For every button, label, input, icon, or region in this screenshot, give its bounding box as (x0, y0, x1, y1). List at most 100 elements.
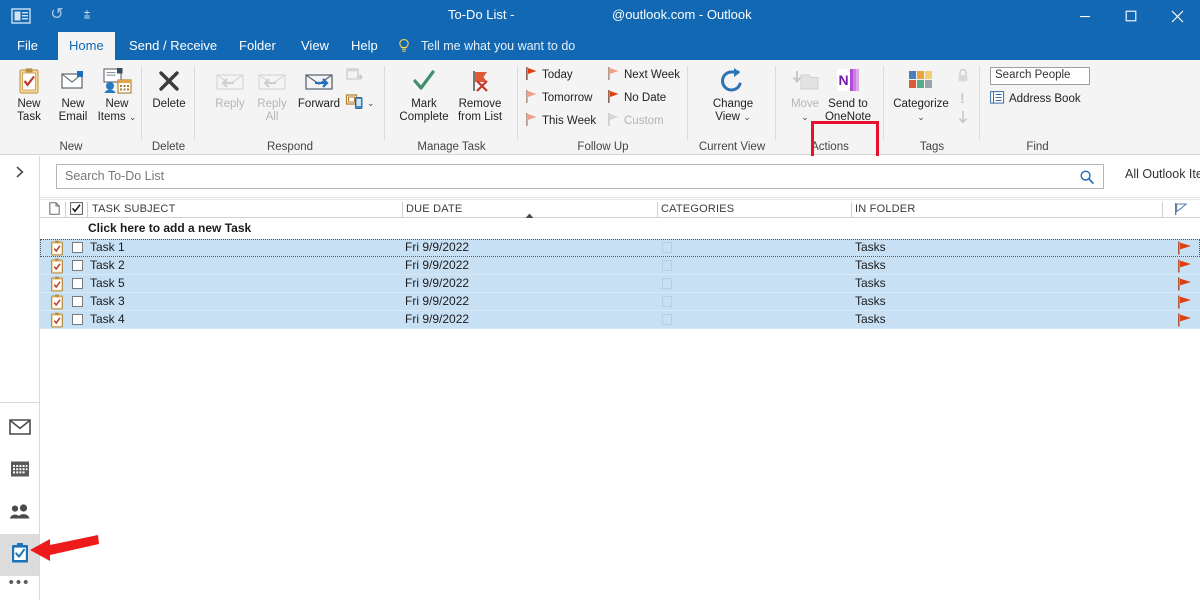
table-row[interactable]: Task 2 Fri 9/9/2022 Tasks (40, 257, 1200, 275)
tab-file[interactable]: File (6, 32, 49, 60)
task-in-folder: Tasks (855, 240, 886, 254)
list-column-headers: TASK SUBJECT DUE DATE CATEGORIES IN FOLD… (40, 199, 1200, 220)
search-bar-row: Search To-Do List All Outlook Items⌄ (40, 156, 1200, 198)
maximize-icon[interactable] (1108, 0, 1154, 32)
expand-navigation-button[interactable] (0, 156, 39, 188)
task-complete-checkbox[interactable] (72, 314, 83, 325)
task-complete-checkbox[interactable] (72, 260, 83, 271)
categorize-icon (890, 64, 952, 98)
change-view-button[interactable]: Change View ⌄ (704, 64, 762, 124)
outlook-tasks-icon[interactable] (10, 5, 32, 27)
task-subject: Task 5 (90, 276, 125, 290)
undo-icon[interactable]: ↺ (46, 4, 68, 26)
chevron-down-icon[interactable]: ⌄ (129, 112, 137, 122)
chevron-down-icon[interactable]: ⌄ (367, 98, 375, 109)
sidebar-item-people[interactable] (0, 492, 39, 534)
tab-folder[interactable]: Folder (228, 32, 287, 60)
send-to-onenote-button[interactable]: N Send to OneNote (818, 64, 878, 124)
minimize-icon[interactable] (1062, 0, 1108, 32)
new-items-button[interactable]: New Items ⌄ (90, 64, 144, 124)
task-complete-checkbox[interactable] (72, 296, 83, 307)
follow-up-this-week[interactable]: This Week (526, 112, 596, 130)
tasks-icon (10, 542, 30, 569)
tell-me-box[interactable]: Tell me what you want to do (421, 32, 575, 60)
address-book-label: Address Book (1009, 93, 1081, 105)
follow-up-this-week-label: This Week (542, 115, 597, 127)
follow-up-tomorrow-label: Tomorrow (542, 92, 593, 104)
customize-quick-access-toolbar-icon[interactable]: ⩲ (76, 4, 98, 26)
task-categories[interactable] (662, 260, 672, 271)
tab-home[interactable]: Home (58, 32, 115, 60)
ribbon-group-new: New Task New Email New Items ⌄ New (0, 60, 142, 155)
column-header-in-folder[interactable]: IN FOLDER (855, 203, 915, 215)
calendar-icon (10, 460, 30, 483)
forward-button[interactable]: Forward (288, 64, 350, 111)
chevron-down-icon[interactable]: ⌄ (743, 112, 751, 122)
categorize-button[interactable]: Categorize ⌄ (890, 64, 952, 124)
search-scope-label: All Outlook Items (1125, 167, 1200, 181)
follow-up-tomorrow[interactable]: Tomorrow (526, 89, 592, 107)
new-items-label-2: Items ⌄ (90, 111, 144, 124)
chevron-down-icon[interactable]: ⌄ (801, 112, 809, 122)
table-row[interactable]: Task 5 Fri 9/9/2022 Tasks (40, 275, 1200, 293)
people-icon (9, 503, 31, 524)
new-items-icon (90, 64, 144, 98)
reply-with-im-icon[interactable] (345, 92, 365, 117)
navigation-more-options[interactable]: ••• (0, 570, 39, 594)
meeting-icon[interactable] (345, 66, 365, 91)
remove-from-list-button[interactable]: Remove from List (449, 64, 511, 124)
onenote-icon: N (818, 64, 878, 98)
low-importance-icon[interactable] (956, 110, 970, 130)
flag-icon (526, 67, 538, 86)
address-book-icon (990, 91, 1005, 110)
chevron-down-icon[interactable]: ⌄ (917, 112, 925, 122)
task-complete-checkbox[interactable] (72, 242, 83, 253)
flag-icon[interactable] (1178, 313, 1192, 332)
task-complete-checkbox[interactable] (72, 278, 83, 289)
task-categories[interactable] (662, 296, 672, 307)
search-scope-dropdown[interactable]: All Outlook Items⌄ (1125, 167, 1200, 181)
ribbon-tabs: File Home Send / Receive Folder View Hel… (0, 32, 1200, 60)
follow-up-today[interactable]: Today (526, 66, 573, 84)
mark-complete-button[interactable]: Mark Complete (393, 64, 455, 124)
task-icon (50, 312, 64, 331)
add-new-task-row[interactable]: Click here to add a new Task (40, 218, 1200, 239)
search-people-input[interactable]: Search People (990, 67, 1090, 85)
search-icon[interactable] (1079, 169, 1095, 190)
task-categories[interactable] (662, 278, 672, 289)
navigation-more-label: ••• (8, 573, 31, 591)
task-due-date: Fri 9/9/2022 (405, 312, 470, 326)
high-importance-icon[interactable]: ! (960, 90, 965, 106)
tab-help[interactable]: Help (340, 32, 389, 60)
follow-up-no-date[interactable]: No Date (608, 89, 666, 107)
ribbon-group-actions-label: Actions (811, 141, 849, 153)
svg-text:N: N (838, 72, 848, 88)
tab-send-receive[interactable]: Send / Receive (118, 32, 228, 60)
sidebar-item-calendar[interactable] (0, 450, 39, 492)
follow-up-custom[interactable]: Custom (608, 112, 664, 130)
follow-up-next-week[interactable]: Next Week (608, 66, 680, 84)
task-categories[interactable] (662, 242, 672, 253)
private-lock-icon[interactable] (956, 68, 970, 88)
column-header-categories[interactable]: CATEGORIES (661, 203, 734, 215)
task-due-date: Fri 9/9/2022 (405, 294, 470, 308)
table-row[interactable]: Task 4 Fri 9/9/2022 Tasks (40, 311, 1200, 329)
sidebar-item-mail[interactable] (0, 408, 39, 450)
table-row[interactable]: Task 1 Fri 9/9/2022 Tasks (40, 239, 1200, 257)
table-row[interactable]: Task 3 Fri 9/9/2022 Tasks (40, 293, 1200, 311)
task-categories[interactable] (662, 314, 672, 325)
search-input[interactable]: Search To-Do List (56, 164, 1104, 189)
send-to-onenote-label-1: Send to (828, 98, 868, 110)
reply-all-label-2: All (265, 111, 279, 123)
forward-label: Forward (297, 98, 341, 110)
column-header-due-date[interactable]: DUE DATE (406, 203, 462, 215)
column-divider (1162, 202, 1163, 217)
tab-view[interactable]: View (290, 32, 340, 60)
task-subject: Task 2 (90, 258, 125, 272)
delete-button[interactable]: Delete (142, 64, 196, 111)
remove-from-list-label-1: Remove (458, 98, 502, 110)
close-icon[interactable] (1154, 0, 1200, 32)
flag-icon (608, 90, 620, 109)
column-header-task-subject[interactable]: TASK SUBJECT (92, 203, 176, 215)
address-book-button[interactable]: Address Book (990, 90, 1081, 108)
